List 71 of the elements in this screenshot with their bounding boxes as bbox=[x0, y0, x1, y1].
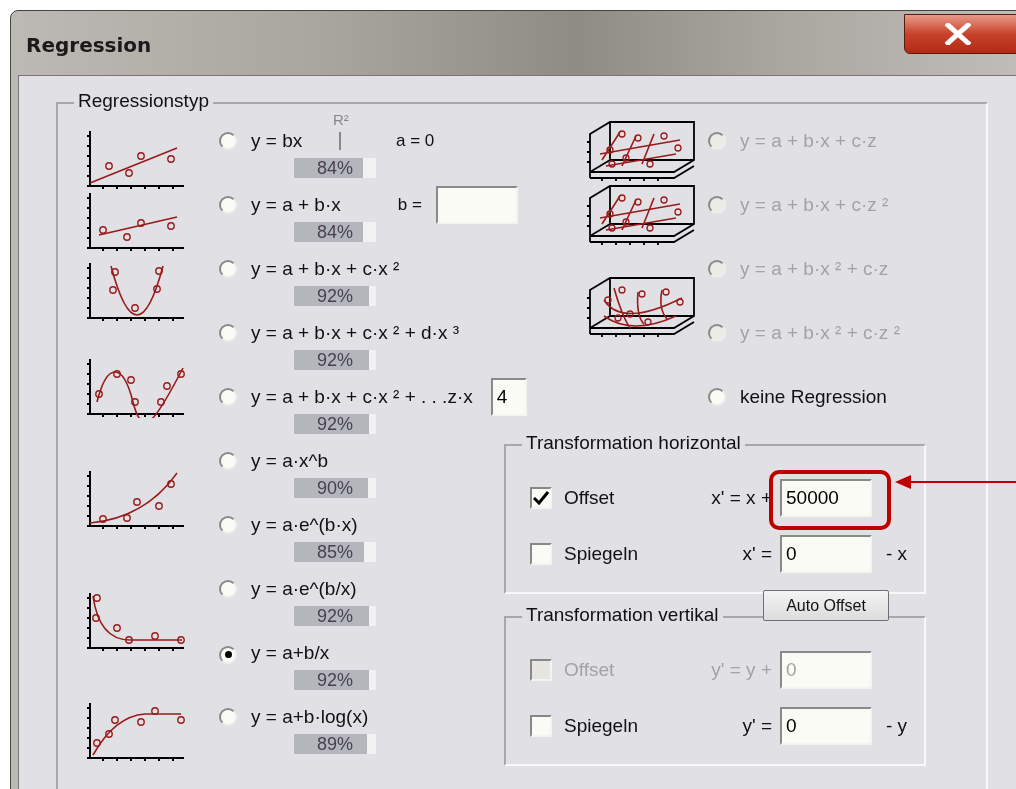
3d-plot-icon bbox=[586, 184, 698, 246]
auto-offset-button[interactable]: Auto Offset bbox=[763, 590, 889, 621]
formula-label: y = a·e^(b/x) bbox=[251, 578, 357, 600]
radio-button[interactable] bbox=[219, 516, 237, 534]
3d-plot-icon bbox=[586, 276, 698, 338]
scatter-plot-icon bbox=[85, 356, 187, 418]
suffix-label: - y bbox=[886, 715, 908, 737]
radio-button[interactable] bbox=[219, 196, 237, 214]
r-squared-value: 92% bbox=[316, 350, 354, 370]
formula-label: y = a+b·log(x) bbox=[251, 706, 369, 728]
checkbox-label: Offset bbox=[564, 487, 616, 509]
r-squared-header: R² bbox=[333, 111, 349, 128]
value-input[interactable]: 50000 bbox=[780, 479, 872, 517]
formula-label: y = a + b·x + c·z bbox=[740, 129, 877, 153]
formula-label: y = a+b/x bbox=[251, 642, 330, 664]
radio-button[interactable] bbox=[219, 324, 237, 342]
formula-label: y = a + b·x + c·z ² bbox=[740, 193, 889, 217]
radio-button[interactable] bbox=[708, 388, 726, 406]
close-icon bbox=[945, 23, 971, 45]
scatter-plot-icon bbox=[85, 260, 187, 322]
radio-button[interactable] bbox=[219, 260, 237, 278]
formula-label: y = a + b·x ² + c·z bbox=[740, 257, 889, 281]
parameter-label: b = bbox=[397, 195, 422, 215]
checkbox-label: Offset bbox=[564, 659, 616, 681]
radio-button[interactable] bbox=[219, 580, 237, 598]
suffix-label: - x bbox=[886, 543, 908, 565]
checkbox-label: Spiegeln bbox=[564, 543, 639, 565]
degree-input[interactable]: 4 bbox=[490, 378, 527, 416]
scatter-plot-icon bbox=[85, 700, 187, 762]
scatter-plot-icon bbox=[85, 128, 187, 190]
r-squared-value: 92% bbox=[316, 286, 354, 306]
radio-button[interactable] bbox=[219, 132, 237, 150]
checkbox-label: Spiegeln bbox=[564, 715, 639, 737]
r-squared-value: 90% bbox=[316, 478, 354, 498]
checkbox[interactable] bbox=[530, 487, 552, 509]
formula-label: y = bx bbox=[251, 130, 304, 152]
scatter-plot-icon bbox=[85, 590, 187, 652]
checkbox[interactable] bbox=[530, 715, 552, 737]
formula-label: keine Regression bbox=[740, 385, 887, 409]
radio-button[interactable] bbox=[219, 388, 237, 406]
formula-label: x' = bbox=[741, 543, 772, 565]
radio-button[interactable] bbox=[219, 452, 237, 470]
radio-button[interactable] bbox=[219, 645, 237, 664]
formula-label: y = a + b·x + c·x ² + . . .z·x bbox=[251, 386, 473, 408]
value-input[interactable]: 0 bbox=[780, 535, 872, 573]
scatter-plot-icon bbox=[85, 468, 187, 530]
r-squared-value: 84% bbox=[316, 222, 354, 242]
window-title: Regression bbox=[26, 33, 152, 57]
formula-label: y' = y + bbox=[710, 659, 772, 681]
r-squared-value: 89% bbox=[316, 734, 354, 754]
r-squared-value: 85% bbox=[316, 542, 354, 562]
value-input[interactable]: 0 bbox=[780, 707, 872, 745]
formula-label: y = a·e^(b·x) bbox=[251, 514, 358, 536]
formula-label: y = a + b·x ² + c·z ² bbox=[740, 321, 900, 345]
3d-plot-icon bbox=[586, 120, 698, 182]
parameter-input[interactable] bbox=[435, 186, 518, 224]
close-button[interactable] bbox=[904, 14, 1016, 54]
formula-label: y = a + b·x + c·x ² + d·x ³ bbox=[251, 322, 459, 344]
checkmark-icon bbox=[533, 491, 549, 505]
radio-button[interactable] bbox=[219, 708, 237, 726]
checkbox[interactable] bbox=[530, 543, 552, 565]
formula-label: y = a + b·x bbox=[251, 194, 341, 216]
formula-label: y = a·x^b bbox=[251, 450, 329, 472]
formula-label: y' = bbox=[741, 715, 772, 737]
r-squared-value: 84% bbox=[316, 158, 354, 178]
r-squared-value: 92% bbox=[316, 606, 354, 626]
r-squared-value: 92% bbox=[316, 414, 354, 434]
r-squared-value: 92% bbox=[316, 670, 354, 690]
scatter-plot-icon bbox=[85, 190, 187, 252]
formula-label: y = a + b·x + c·x ² bbox=[251, 258, 400, 280]
constant-label: a = 0 bbox=[396, 131, 435, 151]
